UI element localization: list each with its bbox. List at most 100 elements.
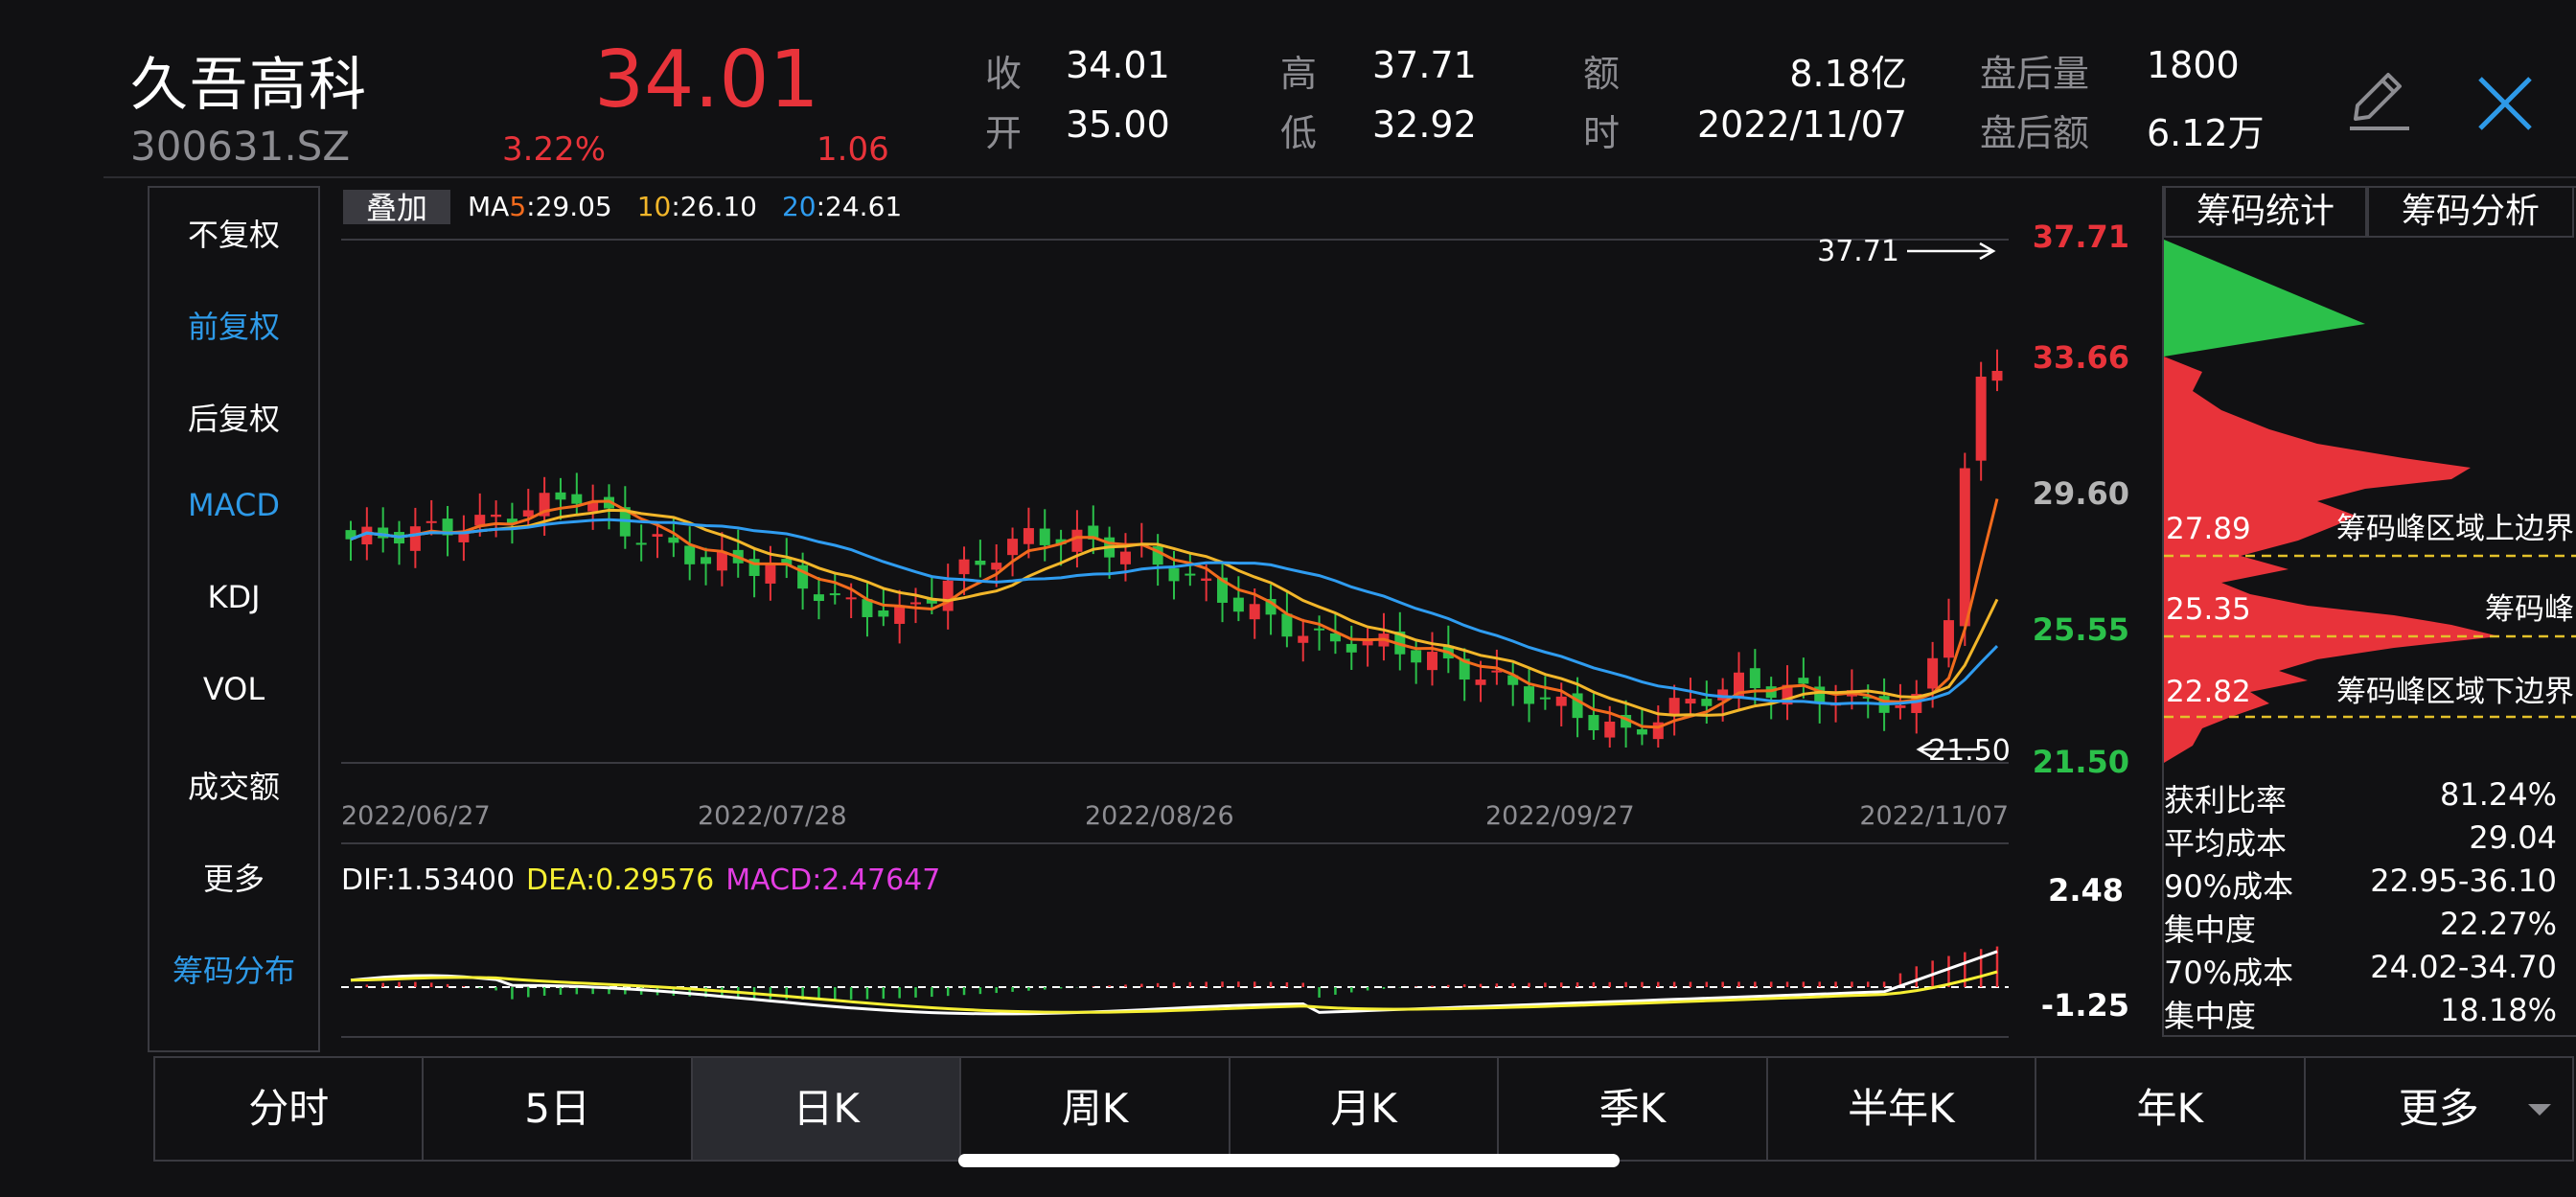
y-tick-label: 25.55 — [2033, 611, 2129, 648]
stat-label: 获利比率 — [2164, 782, 2288, 818]
macd-tick-label: 2.48 — [2048, 872, 2124, 909]
stat-label: 集中度 — [2164, 998, 2257, 1034]
candle-body — [1298, 635, 1309, 643]
candle-body — [910, 602, 922, 605]
last-price: 34.01 — [594, 35, 819, 126]
x-tick-label: 2022/07/28 — [698, 801, 847, 831]
candle-body — [958, 559, 970, 575]
candle-body — [1539, 697, 1551, 700]
high-label: 高 — [1280, 53, 1318, 95]
candle-body — [1524, 686, 1535, 704]
menu-item-turnover[interactable]: 成交额 — [150, 763, 318, 807]
tab-weekly-k[interactable]: 周K — [961, 1058, 1230, 1160]
candle-body — [991, 563, 1002, 570]
stat-label: 平均成本 — [2164, 825, 2288, 862]
y-tick-label: 33.66 — [2033, 339, 2129, 376]
pencil-icon[interactable] — [2342, 63, 2415, 136]
candle-body — [668, 537, 679, 543]
candle-body — [975, 560, 986, 565]
candle-body — [409, 526, 421, 551]
tab-5day[interactable]: 5日 — [424, 1058, 693, 1160]
candle-body — [1475, 679, 1486, 685]
candle-body — [555, 492, 566, 500]
candle-body — [1895, 705, 1906, 708]
overlay-button[interactable]: 叠加 — [366, 190, 427, 226]
chip-level-label: 筹码峰 — [2485, 592, 2574, 627]
candle-body — [1991, 370, 2003, 381]
tab-more[interactable]: 更多 — [2306, 1058, 2572, 1160]
candle-body — [942, 580, 954, 611]
candle-body — [1685, 699, 1696, 704]
indicator-menu: 不复权 前复权 后复权 MACD KDJ VOL 成交额 更多 筹码分布 — [148, 186, 320, 1052]
candle-body — [878, 610, 889, 617]
macd-tick-label: -1.25 — [2041, 987, 2129, 1024]
candle-body — [701, 557, 712, 564]
after-hours-amount-value: 6.12万 — [2147, 112, 2265, 154]
menu-item-forward-adjust[interactable]: 前复权 — [150, 303, 318, 347]
candle-body — [652, 534, 663, 537]
stock-name: 久吾高科 — [130, 52, 368, 119]
after-hours-amount-label: 盘后额 — [1980, 112, 2090, 154]
open-label: 开 — [985, 112, 1023, 154]
tab-monthly-k[interactable]: 月K — [1230, 1058, 1500, 1160]
close-value: 34.01 — [1066, 44, 1170, 86]
menu-item-more[interactable]: 更多 — [150, 855, 318, 899]
amount-value: 8.18亿 — [1789, 53, 1907, 95]
macd-legend: DIF:1.53400 DEA:0.29576 MACD:2.47647 — [341, 863, 940, 897]
menu-item-chip-distribution[interactable]: 筹码分布 — [150, 947, 318, 991]
header-divider — [104, 176, 2576, 178]
time-label: 时 — [1583, 112, 1621, 154]
max-price-annotation: 37.71 — [1817, 235, 1899, 268]
y-tick-label: 29.60 — [2033, 475, 2129, 512]
tab-yearly-k[interactable]: 年K — [2036, 1058, 2306, 1160]
menu-item-no-adjust[interactable]: 不复权 — [150, 211, 318, 255]
triangle-down-icon — [2527, 1058, 2551, 1197]
close-icon[interactable] — [2474, 73, 2536, 134]
candle-body — [491, 514, 502, 518]
chip-level-label: 筹码峰区域上边界 — [2336, 512, 2574, 546]
y-tick-label: 21.50 — [2033, 744, 2129, 780]
min-price-annotation: 21.50 — [1928, 734, 2011, 768]
dea-line — [350, 970, 1998, 1014]
menu-item-backward-adjust[interactable]: 后复权 — [150, 395, 318, 439]
tab-chip-statistics[interactable]: 筹码统计 — [2164, 186, 2367, 238]
menu-item-vol[interactable]: VOL — [150, 671, 318, 707]
kline-chart[interactable]: 叠加 MA5:29.05 10:26.10 20:24.61 37.71 21.50… — [326, 182, 2152, 1045]
candle-body — [1555, 696, 1567, 706]
candle-body — [845, 597, 857, 600]
tab-halfyear-k[interactable]: 半年K — [1768, 1058, 2037, 1160]
candle-body — [1346, 643, 1357, 653]
candle-body — [1201, 578, 1212, 582]
candle-body — [1975, 377, 1987, 461]
menu-item-macd[interactable]: MACD — [150, 487, 318, 523]
candle-body — [765, 564, 776, 584]
candle-body — [1184, 573, 1196, 576]
candle-body — [1249, 604, 1260, 620]
stat-value: 81.24% — [2439, 776, 2557, 813]
stat-label: 集中度 — [2164, 911, 2257, 948]
candle-body — [1927, 657, 1939, 689]
candle-body — [1636, 729, 1647, 735]
x-tick-label: 2022/08/26 — [1085, 801, 1234, 831]
stat-value: 24.02-34.70 — [2370, 949, 2557, 985]
candle-body — [1588, 715, 1599, 730]
candle-body — [1701, 699, 1713, 706]
x-tick-label: 2022/09/27 — [1485, 801, 1635, 831]
max-arrow-icon — [1907, 242, 1996, 261]
menu-item-kdj[interactable]: KDJ — [150, 579, 318, 615]
tab-more-label: 更多 — [2398, 1085, 2479, 1132]
tab-daily-k[interactable]: 日K — [692, 1058, 962, 1160]
tab-chip-analysis[interactable]: 筹码分析 — [2367, 186, 2574, 238]
stat-value: 29.04 — [2469, 819, 2557, 856]
tab-intraday[interactable]: 分时 — [155, 1058, 425, 1160]
chip-distribution-chart: 27.89 筹码峰区域上边界 25.35 筹码峰 22.82 筹码峰区域下边界 — [2164, 240, 2576, 763]
candle-body — [1039, 528, 1050, 545]
candle-body — [1411, 650, 1422, 663]
after-hours-volume-value: 1800 — [2147, 44, 2240, 86]
tab-quarterly-k[interactable]: 季K — [1499, 1058, 1768, 1160]
chip-level-price: 22.82 — [2166, 675, 2251, 709]
chip-level-label: 筹码峰区域下边界 — [2336, 675, 2574, 709]
x-tick-label: 2022/11/07 — [1859, 801, 2009, 831]
stat-value: 22.27% — [2439, 906, 2557, 942]
candle-body — [522, 510, 534, 517]
